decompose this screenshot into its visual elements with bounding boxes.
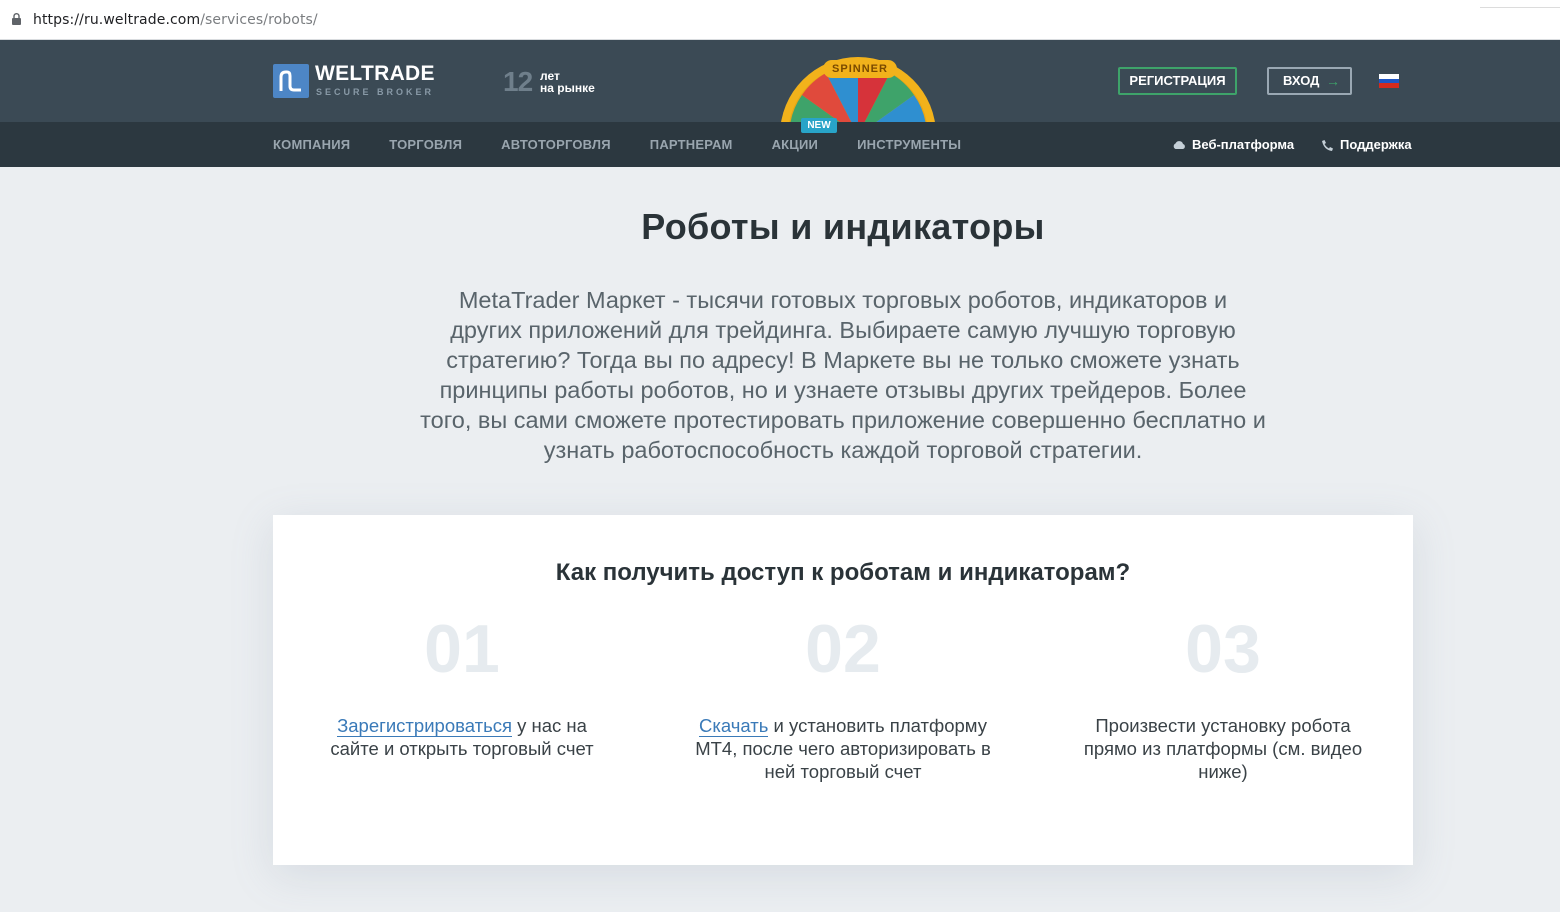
download-link[interactable]: Скачать: [699, 715, 769, 737]
url-text[interactable]: https://ru.weltrade.com/services/robots/: [33, 12, 318, 28]
site-logo[interactable]: WELTRADE SECURE BROKER: [273, 62, 448, 100]
browser-address-bar[interactable]: https://ru.weltrade.com/services/robots/: [0, 0, 1560, 40]
page-title: Роботы и индикаторы: [641, 206, 1045, 247]
language-flag-icon[interactable]: [1379, 74, 1399, 88]
nav-item-trading[interactable]: ТОРГОВЛЯ: [389, 137, 462, 152]
register-link[interactable]: Зарегистрироваться: [337, 715, 512, 737]
access-title: Как получить доступ к роботам и индикато…: [555, 559, 1131, 586]
login-button[interactable]: ВХОД →: [1267, 67, 1352, 95]
support-link[interactable]: Поддержка: [1320, 122, 1412, 167]
page-lead-text: MetaTrader Маркет - тысячи готовых торго…: [420, 287, 1266, 463]
step-number: 01: [424, 611, 500, 687]
web-platform-label: Веб-платформа: [1192, 137, 1295, 152]
step-2: 02 Скачать и установить платформу МТ4, п…: [693, 609, 993, 783]
logo-tagline: SECURE BROKER: [316, 87, 435, 97]
spinner-label: SPINNER: [823, 60, 897, 78]
login-label: ВХОД: [1283, 73, 1320, 88]
logo-mark-icon: [273, 64, 309, 98]
web-platform-link[interactable]: Веб-платформа: [1172, 122, 1294, 167]
main-nav: КОМПАНИЯ ТОРГОВЛЯ АВТОТОРГОВЛЯ ПАРТНЕРАМ…: [273, 122, 1000, 167]
years-number: 12: [503, 66, 533, 97]
step-3: 03 Произвести установку робота прямо из …: [1073, 609, 1373, 783]
step-1: 01 Зарегистрироваться у нас на сайте и о…: [312, 609, 612, 760]
nav-item-company[interactable]: КОМПАНИЯ: [273, 137, 350, 152]
register-button[interactable]: РЕГИСТРАЦИЯ: [1118, 67, 1237, 95]
step-description: Зарегистрироваться у нас на сайте и откр…: [312, 714, 612, 760]
nav-item-partners[interactable]: ПАРТНЕРАМ: [650, 137, 733, 152]
years-line2: на рынке: [540, 81, 595, 95]
url-path: /services/robots/: [200, 12, 318, 28]
step-number: 02: [805, 611, 881, 687]
window-edge: [1480, 0, 1560, 8]
nav-item-autotrading[interactable]: АВТОТОРГОВЛЯ: [501, 137, 611, 152]
cloud-icon: [1173, 140, 1185, 149]
lock-icon: [12, 13, 21, 25]
arrow-right-icon: →: [1326, 73, 1340, 89]
step-description: Произвести установку робота прямо из пла…: [1073, 714, 1373, 783]
logo-name: WELTRADE: [315, 62, 435, 85]
nav-item-promotions[interactable]: АКЦИИ: [772, 137, 819, 152]
step-text: Произвести установку робота прямо из пла…: [1083, 715, 1363, 782]
support-label: Поддержка: [1340, 137, 1412, 152]
step-number: 03: [1185, 611, 1261, 687]
step-description: Скачать и установить платформу МТ4, посл…: [693, 714, 993, 783]
access-card: Как получить доступ к роботам и индикато…: [273, 515, 1413, 865]
nav-item-instruments[interactable]: ИНСТРУМЕНТЫ: [857, 137, 961, 152]
phone-icon: [1322, 139, 1333, 151]
url-host: https://ru.weltrade.com: [33, 12, 201, 28]
